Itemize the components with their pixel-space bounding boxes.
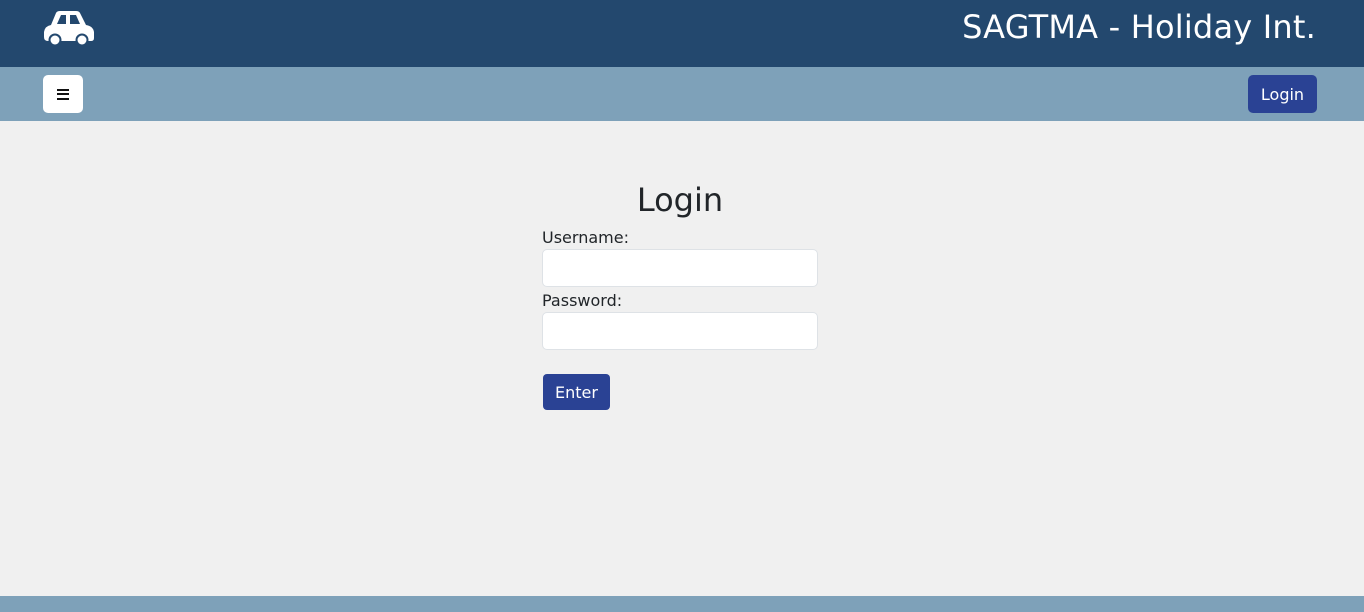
car-icon — [44, 11, 94, 46]
nav-login-button[interactable]: Login — [1248, 75, 1317, 113]
login-form: Login Username: Password: Enter — [542, 180, 818, 410]
username-input[interactable] — [542, 249, 818, 287]
enter-button[interactable]: Enter — [543, 374, 610, 410]
footer — [0, 596, 1364, 612]
navbar: Login — [0, 67, 1364, 121]
password-input[interactable] — [542, 312, 818, 350]
app-title: SAGTMA - Holiday Int. — [962, 8, 1316, 46]
top-header: SAGTMA - Holiday Int. — [0, 0, 1364, 67]
username-label: Username: — [542, 228, 629, 247]
password-label: Password: — [542, 291, 623, 310]
page-title: Login — [636, 181, 724, 219]
hamburger-menu-icon — [57, 88, 69, 100]
menu-toggle-button[interactable] — [43, 75, 83, 113]
